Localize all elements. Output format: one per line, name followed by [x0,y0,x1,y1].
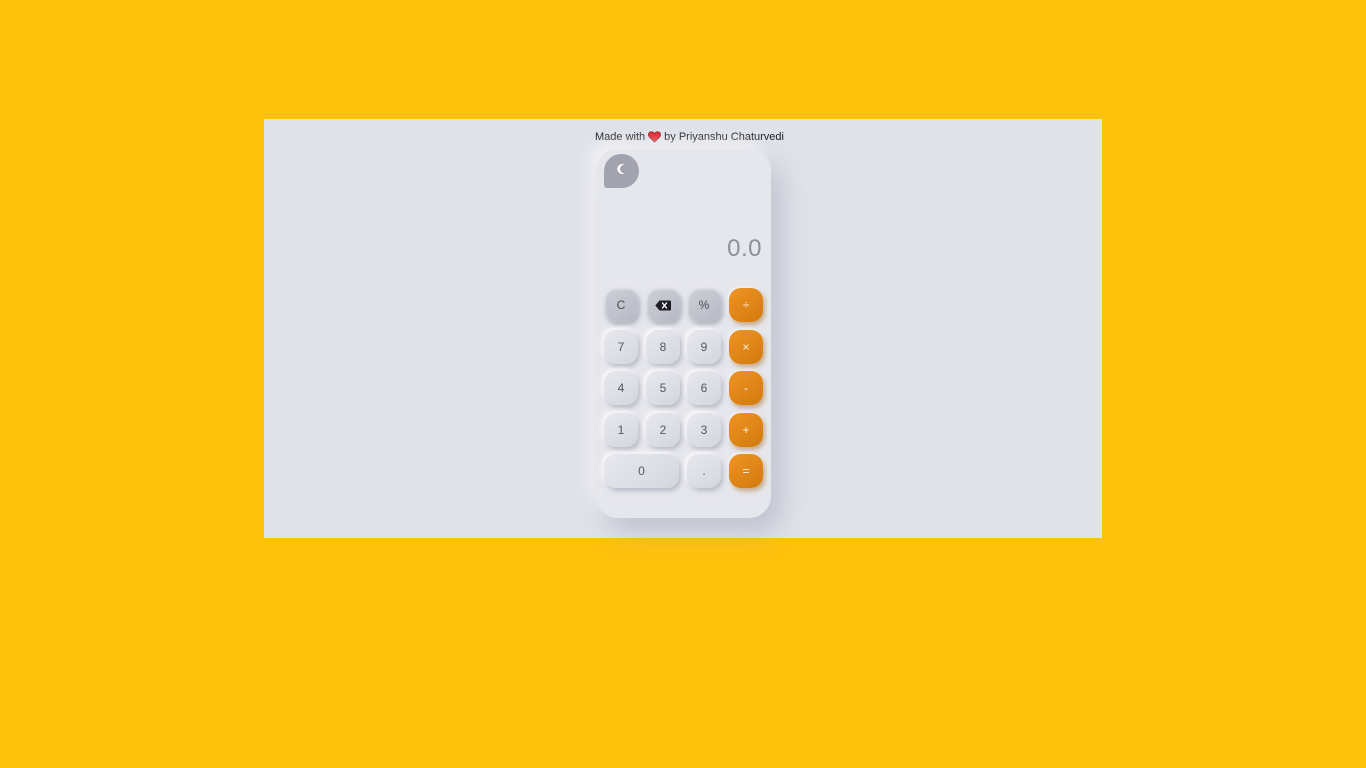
divide-button[interactable]: ÷ [729,288,763,322]
theme-toggle-button[interactable] [604,154,639,188]
moon-icon [615,162,629,181]
calculator: 0.0 C % ÷ 7 8 9 × 4 5 6 - 1 2 3 + 0 . = [596,149,771,518]
multiply-button[interactable]: × [729,330,763,364]
backspace-icon [655,300,671,311]
backspace-button[interactable] [646,288,680,322]
digit-5-button[interactable]: 5 [646,371,680,405]
digit-9-button[interactable]: 9 [687,330,721,364]
app-panel: Made with by Priyanshu Chaturvedi 0.0 C [264,119,1102,538]
digit-3-button[interactable]: 3 [687,413,721,447]
digit-0-button[interactable]: 0 [604,454,679,488]
digit-8-button[interactable]: 8 [646,330,680,364]
digit-2-button[interactable]: 2 [646,413,680,447]
credit-suffix: by Priyanshu Chaturvedi [664,131,784,143]
decimal-button[interactable]: . [687,454,721,488]
digit-7-button[interactable]: 7 [604,330,638,364]
heart-icon [648,131,662,143]
credit-line: Made with by Priyanshu Chaturvedi [595,131,784,143]
result-display: 0.0 [727,235,762,262]
plus-button[interactable]: + [729,413,763,447]
percent-button[interactable]: % [687,288,721,322]
equals-button[interactable]: = [729,454,763,488]
clear-button[interactable]: C [604,288,638,322]
digit-4-button[interactable]: 4 [604,371,638,405]
digit-6-button[interactable]: 6 [687,371,721,405]
digit-1-button[interactable]: 1 [604,413,638,447]
minus-button[interactable]: - [729,371,763,405]
credit-prefix: Made with [595,131,646,143]
